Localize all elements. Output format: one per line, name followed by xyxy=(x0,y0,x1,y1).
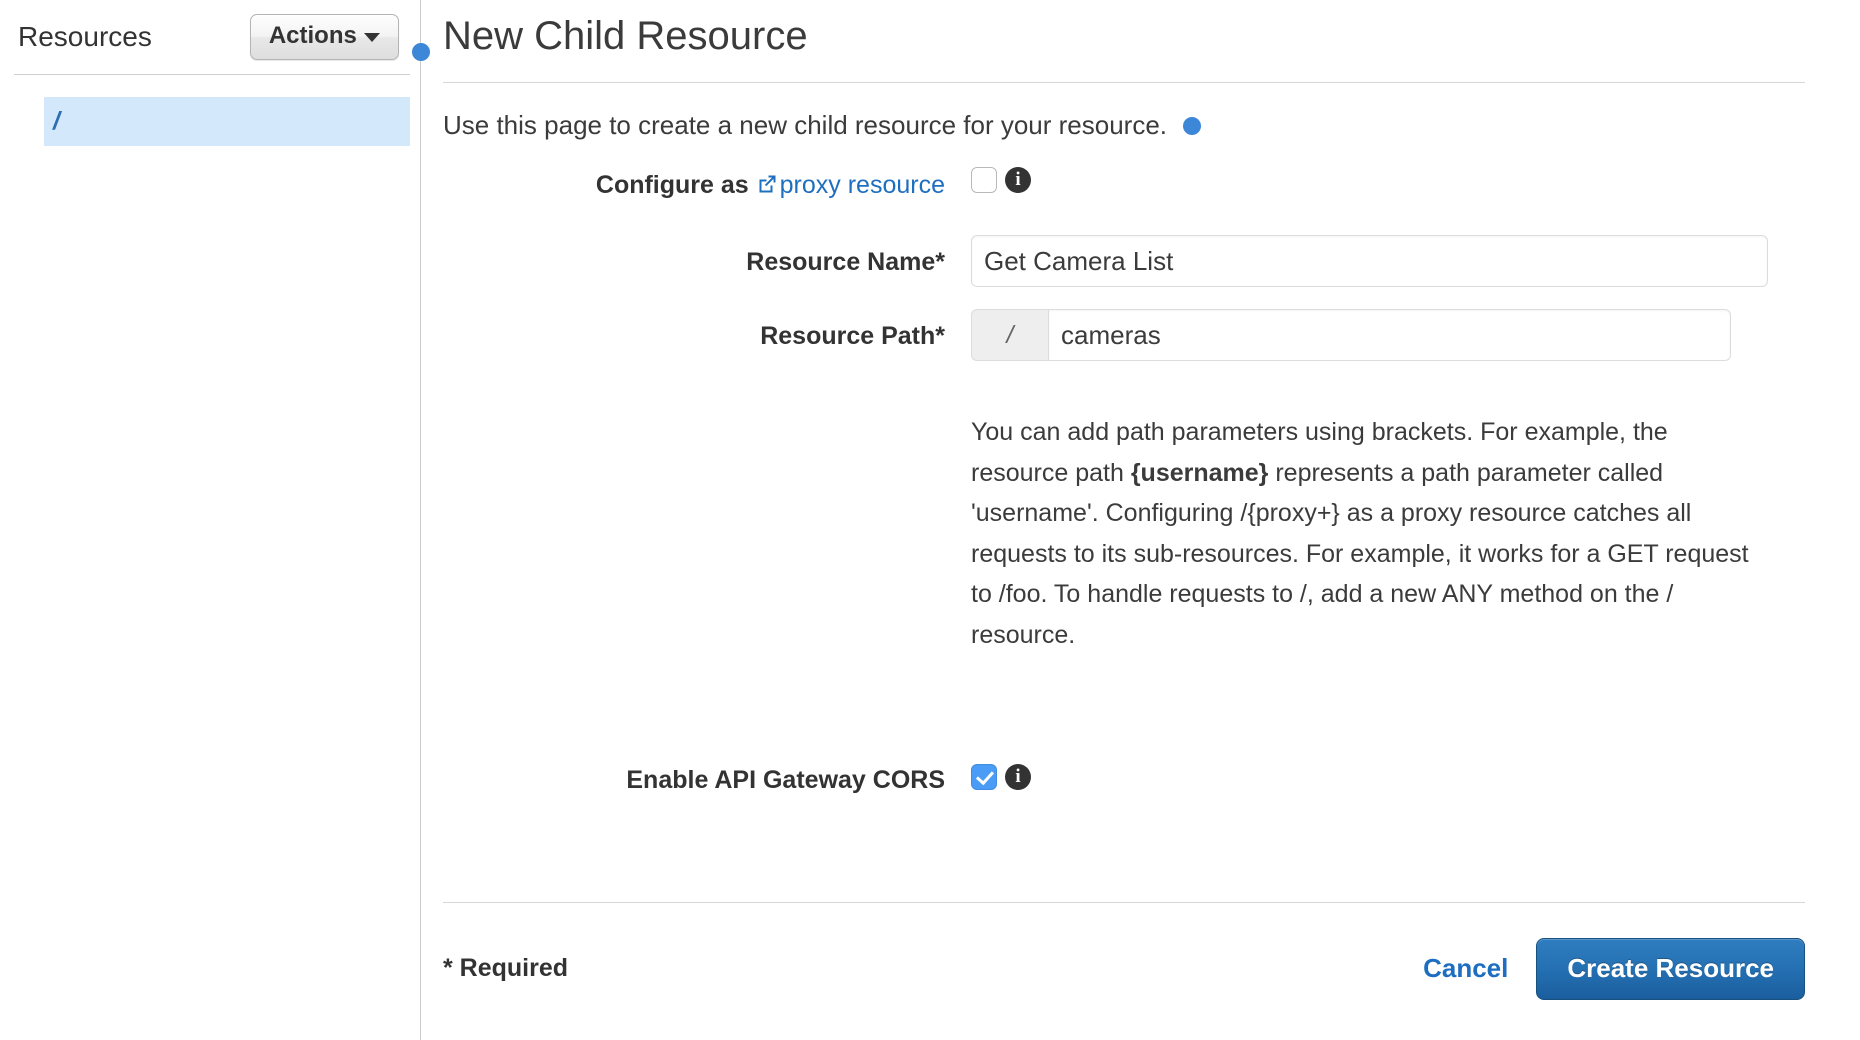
info-icon[interactable]: i xyxy=(1005,167,1031,194)
resource-path-label: Resource Path* xyxy=(760,322,945,351)
page-layout: Resources Actions / New Child Resource U… xyxy=(0,0,1860,1040)
resource-path-help-text: You can add path parameters using bracke… xyxy=(971,412,1771,655)
resource-name-row: Resource Name* xyxy=(443,235,1805,288)
cors-checkbox[interactable] xyxy=(971,764,997,791)
proxy-resource-control: i xyxy=(971,165,1805,195)
resource-path-row: Resource Path* / xyxy=(443,309,1805,362)
intro-text: Use this page to create a new child reso… xyxy=(443,110,1168,140)
proxy-resource-row: Configure as proxy resource i xyxy=(443,165,1805,203)
required-note: * Required xyxy=(443,954,569,983)
cancel-button[interactable]: Cancel xyxy=(1423,953,1508,984)
proxy-resource-link[interactable]: proxy resource xyxy=(780,171,945,199)
resource-path-prefix: / xyxy=(971,309,1048,362)
proxy-resource-checkbox[interactable] xyxy=(971,167,997,194)
resource-path-input[interactable] xyxy=(1048,309,1731,362)
sidebar-header: Resources Actions xyxy=(0,0,420,74)
annotation-dot-intro xyxy=(1183,116,1202,135)
sidebar-title: Resources xyxy=(18,21,152,52)
intro-row: Use this page to create a new child reso… xyxy=(443,110,1805,141)
main-panel: New Child Resource Use this page to crea… xyxy=(421,0,1860,1040)
create-resource-button[interactable]: Create Resource xyxy=(1536,937,1805,1000)
resource-name-label: Resource Name* xyxy=(746,248,945,277)
resource-tree-item-label: / xyxy=(53,107,60,135)
chevron-down-icon xyxy=(363,33,380,42)
resource-tree-item-root[interactable]: / xyxy=(44,97,410,146)
resource-tree: / xyxy=(0,75,420,146)
footer-actions: Cancel Create Resource xyxy=(1423,937,1805,1000)
proxy-label-prefix: Configure as xyxy=(595,171,749,200)
help-control: You can add path parameters using bracke… xyxy=(971,387,1805,680)
cors-label: Enable API Gateway CORS xyxy=(626,766,945,795)
info-icon[interactable]: i xyxy=(1005,764,1031,791)
new-child-resource-form: Configure as proxy resource i Resource N… xyxy=(443,165,1805,797)
resource-path-help-row: You can add path parameters using bracke… xyxy=(443,387,1805,680)
external-link-icon xyxy=(756,172,778,203)
form-footer: * Required Cancel Create Resource xyxy=(443,937,1805,1000)
resources-sidebar: Resources Actions / xyxy=(0,0,420,1040)
cors-control: i xyxy=(971,762,1805,792)
resource-name-input[interactable] xyxy=(971,235,1768,288)
actions-button[interactable]: Actions xyxy=(249,14,399,60)
actions-button-label: Actions xyxy=(268,22,357,49)
page-title: New Child Resource xyxy=(443,14,808,58)
resource-path-control: / xyxy=(971,309,1805,362)
footer-divider xyxy=(443,901,1805,903)
resource-name-control xyxy=(971,235,1805,288)
help-text-part2: represents a path parameter called 'user… xyxy=(971,458,1749,649)
cors-row: Enable API Gateway CORS i xyxy=(443,762,1805,796)
help-text-bold: {username} xyxy=(1130,458,1269,487)
resource-path-input-group: / xyxy=(971,309,1731,362)
proxy-resource-label: Configure as proxy resource xyxy=(443,165,971,203)
title-divider xyxy=(443,82,1805,83)
